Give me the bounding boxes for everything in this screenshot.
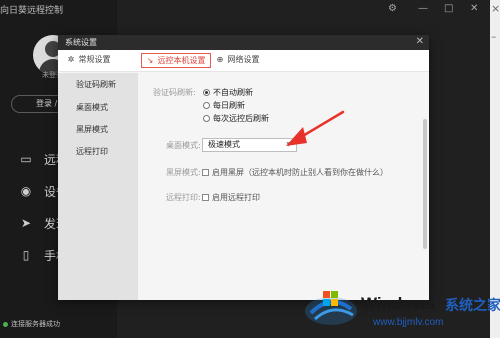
remote-print-checkbox[interactable]: 启用远程打印	[202, 192, 260, 203]
remote-icon: ↘	[146, 56, 154, 65]
black-screen-checkbox[interactable]: 启用黑屏（远控本机时防止别人看到你在做什么）	[202, 167, 388, 178]
tab-remote-settings[interactable]: ↘ 远控本机设置	[141, 53, 211, 68]
radio-no-auto-refresh[interactable]: 不自动刷新	[203, 87, 253, 98]
dialog-content: 验证码刷新: 不自动刷新 每日刷新 每次远控后刷新 桌面模式: 极速模式 ▼ 黑…	[138, 73, 429, 300]
checkbox-icon	[202, 169, 209, 176]
close-icon: ×	[491, 2, 500, 15]
dialog-close-button[interactable]: ✕	[416, 36, 424, 47]
scrollbar[interactable]	[423, 119, 427, 249]
radio-label: 每日刷新	[213, 101, 245, 110]
radio-unchecked-icon	[203, 102, 210, 109]
device-icon: ◉	[20, 184, 32, 198]
sidebar-item-desktop-mode[interactable]: 桌面模式	[76, 102, 108, 113]
select-value: 极速模式	[208, 140, 240, 149]
checkbox-label: 启用黑屏（远控本机时防止别人看到你在做什么）	[212, 168, 388, 177]
watermark-cn: 系统之家	[445, 298, 500, 314]
dialog-title: 系统设置	[65, 38, 97, 47]
gear-icon[interactable]: ⚙	[388, 3, 397, 14]
status-text: 连接服务器成功	[11, 320, 60, 328]
computer-icon: ▭	[20, 152, 32, 166]
window-controls: ⚙ — □ ✕	[388, 3, 488, 17]
radio-daily-refresh[interactable]: 每日刷新	[203, 100, 245, 111]
radio-checked-icon	[203, 89, 210, 96]
tab-general-settings[interactable]: ✲ 常规设置	[66, 53, 111, 68]
sidebar-item-verify-refresh[interactable]: 验证码刷新	[76, 79, 116, 90]
remote-print-label: 远程打印:	[166, 193, 201, 202]
gear-icon: ✲	[67, 55, 75, 64]
send-icon: ➤	[20, 216, 32, 230]
radio-label: 不自动刷新	[213, 88, 253, 97]
tab-label: 网络设置	[227, 55, 260, 64]
checkbox-label: 启用远程打印	[212, 193, 260, 202]
tab-label: 远控本机设置	[157, 56, 206, 65]
connection-status: 连接服务器成功	[0, 318, 117, 332]
minus-icon: –	[491, 30, 497, 43]
black-screen-label: 黑屏模式:	[166, 168, 201, 177]
settings-dialog: 系统设置 ✕ ✲ 常规设置 ↘ 远控本机设置 ⊕ 网络设置 验证码刷新 桌面模式…	[58, 35, 429, 300]
settings-tabs: ✲ 常规设置 ↘ 远控本机设置 ⊕ 网络设置	[58, 50, 429, 72]
desktop-mode-label: 桌面模式:	[166, 141, 201, 150]
dialog-sidebar: 验证码刷新 桌面模式 黑屏模式 远程打印	[58, 73, 138, 300]
desktop-mode-select[interactable]: 极速模式 ▼	[202, 138, 297, 152]
tab-network-settings[interactable]: ⊕ 网络设置	[215, 53, 260, 68]
radio-label: 每次远控后刷新	[213, 114, 269, 123]
verify-refresh-label: 验证码刷新:	[153, 88, 196, 97]
watermark-url: www.bjjmlv.com	[373, 317, 444, 328]
network-icon: ⊕	[216, 55, 224, 64]
chevron-down-icon: ▼	[286, 141, 291, 148]
sidebar-item-black-screen[interactable]: 黑屏模式	[76, 124, 108, 135]
watermark-brand: Windows	[361, 294, 436, 313]
maximize-button[interactable]: □	[444, 3, 453, 14]
windows-logo-icon	[305, 291, 357, 325]
checkbox-icon	[202, 194, 209, 201]
watermark: Windows 系统之家 www.bjjmlv.com	[303, 283, 500, 338]
phone-icon: ▯	[22, 248, 30, 262]
dialog-header: 系统设置 ✕	[58, 35, 429, 50]
minimize-button[interactable]: —	[418, 3, 428, 14]
app-title: 向日葵远程控制	[0, 6, 64, 16]
status-dot-icon	[3, 322, 8, 327]
radio-refresh-after-remote[interactable]: 每次远控后刷新	[203, 113, 269, 124]
sidebar-item-remote-print[interactable]: 远程打印	[76, 146, 108, 157]
radio-unchecked-icon	[203, 115, 210, 122]
tab-label: 常规设置	[78, 55, 111, 64]
close-button[interactable]: ✕	[470, 3, 478, 14]
